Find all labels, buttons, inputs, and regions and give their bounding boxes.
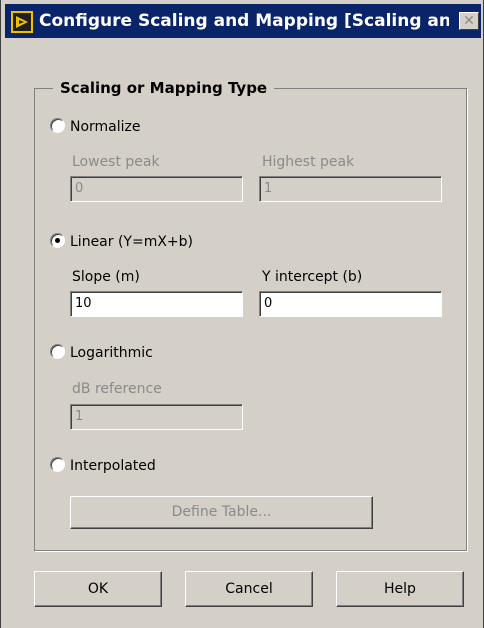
- window-title: Configure Scaling and Mapping [Scaling a…: [39, 11, 449, 31]
- y-intercept-field[interactable]: 0: [259, 291, 442, 317]
- highest-peak-label: Highest peak: [262, 154, 355, 170]
- db-reference-field[interactable]: 1: [70, 404, 243, 430]
- lowest-peak-field[interactable]: 0: [70, 176, 243, 202]
- logarithmic-label: Logarithmic: [70, 345, 153, 361]
- group-label: Scaling or Mapping Type: [53, 76, 275, 100]
- title-bar[interactable]: Configure Scaling and Mapping [Scaling a…: [5, 4, 481, 38]
- define-table-button[interactable]: Define Table...: [70, 496, 373, 529]
- interpolated-radio[interactable]: Interpolated: [50, 455, 156, 477]
- labview-vi-icon: [11, 11, 33, 33]
- help-button[interactable]: Help: [336, 571, 464, 607]
- db-reference-label: dB reference: [72, 381, 162, 397]
- slope-label: Slope (m): [72, 269, 140, 285]
- linear-radio[interactable]: Linear (Y=mX+b): [50, 231, 193, 253]
- logarithmic-radio[interactable]: Logarithmic: [50, 342, 153, 364]
- linear-radio-circle[interactable]: [50, 233, 65, 248]
- interpolated-label: Interpolated: [70, 458, 156, 474]
- lowest-peak-label: Lowest peak: [72, 154, 160, 170]
- interpolated-radio-circle[interactable]: [50, 457, 65, 472]
- normalize-radio-circle[interactable]: [50, 118, 65, 133]
- logarithmic-radio-circle[interactable]: [50, 344, 65, 359]
- close-button[interactable]: ✕: [459, 12, 479, 30]
- dialog-window: Configure Scaling and Mapping [Scaling a…: [0, 0, 484, 628]
- highest-peak-field[interactable]: 1: [259, 176, 442, 202]
- close-icon: ✕: [463, 13, 475, 29]
- ok-button[interactable]: OK: [34, 571, 162, 607]
- cancel-button[interactable]: Cancel: [185, 571, 313, 607]
- slope-field[interactable]: 10: [70, 291, 243, 317]
- linear-label: Linear (Y=mX+b): [70, 234, 194, 250]
- normalize-radio[interactable]: Normalize: [50, 116, 141, 138]
- normalize-label: Normalize: [70, 119, 141, 135]
- y-intercept-label: Y intercept (b): [262, 269, 363, 285]
